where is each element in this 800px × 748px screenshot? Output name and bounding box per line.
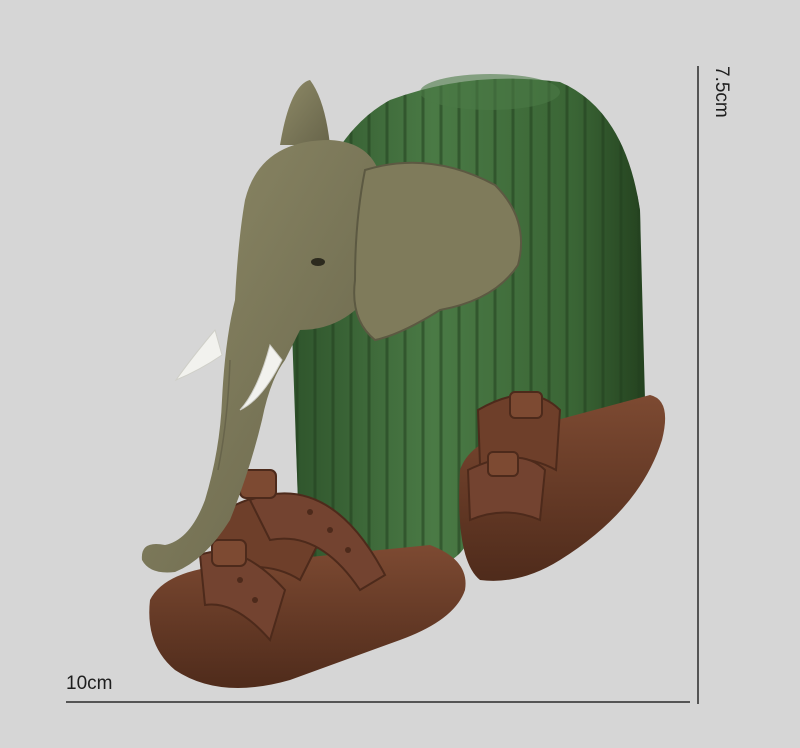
width-dimension-label: 10cm	[66, 673, 113, 694]
back-sandal	[459, 391, 666, 581]
height-dimension-label: 7.5cm	[711, 66, 732, 118]
render-canvas	[66, 66, 699, 704]
